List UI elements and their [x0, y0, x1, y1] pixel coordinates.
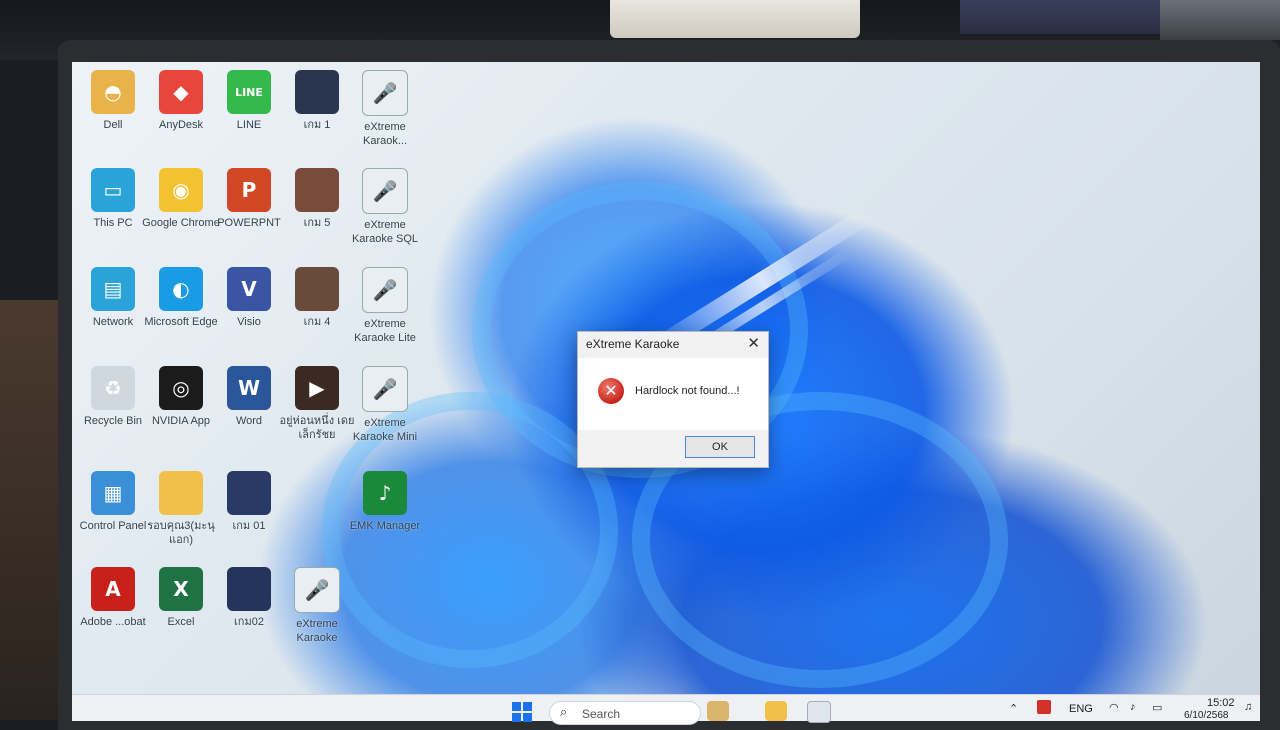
taskbar: ⌕ Search ⌃ ENG ◠ ♪ ▭ 15:02 6/10/2568 ♫ [72, 694, 1260, 725]
folder-icon [159, 471, 203, 515]
background-monitor [960, 0, 1160, 34]
language-indicator[interactable]: ENG [1069, 703, 1093, 715]
file-explorer-icon[interactable] [765, 701, 787, 721]
desktop-icon[interactable]: 🎤 eXtreme Karaoke Mini [345, 366, 425, 444]
desktop-icon-label: EMK Manager [349, 520, 421, 532]
tray-app-icon[interactable] [1037, 700, 1051, 714]
dialog-message: Hardlock not found...! [635, 385, 740, 397]
desktop-icon-label: eXtreme Karaok... [362, 121, 408, 147]
word-icon: W [227, 366, 271, 410]
emk-manager-icon: ♪ [363, 471, 407, 515]
edge-icon: ◐ [159, 267, 203, 311]
notification-bell-icon[interactable]: ♫ [1244, 701, 1252, 713]
background-calendar [610, 0, 860, 38]
background-window [1160, 0, 1280, 40]
dialog-title: eXtreme Karaoke [586, 337, 680, 351]
search-box[interactable]: ⌕ Search [549, 701, 701, 725]
folder-person-icon: ◓ [91, 70, 135, 114]
desktop-icon-label: eXtreme Karaoke Mini [352, 417, 418, 443]
desktop-icon-label: eXtreme Karaoke Lite [354, 318, 416, 344]
anydesk-icon: ◆ [159, 70, 203, 114]
game-thumbnail-icon [227, 567, 271, 611]
desktop-icon[interactable]: 🎤 eXtreme Karaoke SQL [345, 168, 425, 246]
chevron-up-icon[interactable]: ⌃ [1009, 702, 1018, 715]
game-thumbnail-icon [295, 168, 339, 212]
taskbar-widget-icon[interactable] [707, 701, 729, 721]
error-icon: ✕ [598, 378, 624, 404]
nvidia-icon: ◎ [159, 366, 203, 410]
wifi-icon[interactable]: ◠ [1109, 701, 1119, 714]
desktop-icon[interactable]: 🎤 eXtreme Karaoke [277, 567, 357, 645]
battery-icon[interactable]: ▭ [1152, 701, 1162, 714]
extreme-karaoke-icon: 🎤 [362, 70, 408, 116]
extreme-karaoke-icon: 🎤 [362, 366, 408, 412]
search-icon: ⌕ [560, 705, 568, 720]
network-icon: ▤ [91, 267, 135, 311]
desktop-icon[interactable]: 🎤 eXtreme Karaok... [345, 70, 425, 148]
game-thumbnail-icon [295, 267, 339, 311]
desktop-icon[interactable]: ♪ EMK Manager [345, 471, 425, 533]
extreme-karaoke-icon: 🎤 [362, 168, 408, 214]
start-button[interactable] [512, 702, 532, 722]
dialog-body: ✕ Hardlock not found...! [578, 358, 768, 430]
video-thumbnail-icon: ▶ [295, 366, 339, 410]
extreme-karaoke-icon: 🎤 [294, 567, 340, 613]
control-panel-icon: ▦ [91, 471, 135, 515]
game-thumbnail-icon [227, 471, 271, 515]
desktop-icon-label: เกม 01 [232, 520, 266, 532]
volume-icon[interactable]: ♪ [1130, 701, 1136, 713]
extreme-karaoke-lite-icon: 🎤 [362, 267, 408, 313]
clock-date[interactable]: 6/10/2568 [1184, 710, 1229, 721]
desktop-icon[interactable]: เกม 01 [209, 471, 289, 533]
background-desk [0, 300, 60, 720]
close-icon[interactable]: ✕ [747, 334, 760, 352]
search-placeholder: Search [582, 707, 621, 721]
monitor-icon: ▭ [91, 168, 135, 212]
desktop-icon-label: eXtreme Karaoke SQL [351, 219, 419, 245]
desktop-icon[interactable]: 🎤 eXtreme Karaoke Lite [345, 267, 425, 345]
error-dialog: eXtreme Karaoke ✕ ✕ Hardlock not found..… [577, 331, 769, 468]
powerpoint-icon: P [227, 168, 271, 212]
ok-button[interactable]: OK [685, 436, 755, 458]
line-icon: LINE [227, 70, 271, 114]
desktop-icon-label: eXtreme Karaoke [296, 618, 338, 644]
chrome-icon: ◉ [159, 168, 203, 212]
visio-icon: V [227, 267, 271, 311]
clock-time[interactable]: 15:02 [1207, 697, 1235, 709]
recycle-bin-icon: ♻ [91, 366, 135, 410]
acrobat-icon: A [91, 567, 135, 611]
excel-icon: X [159, 567, 203, 611]
game-thumbnail-icon [295, 70, 339, 114]
